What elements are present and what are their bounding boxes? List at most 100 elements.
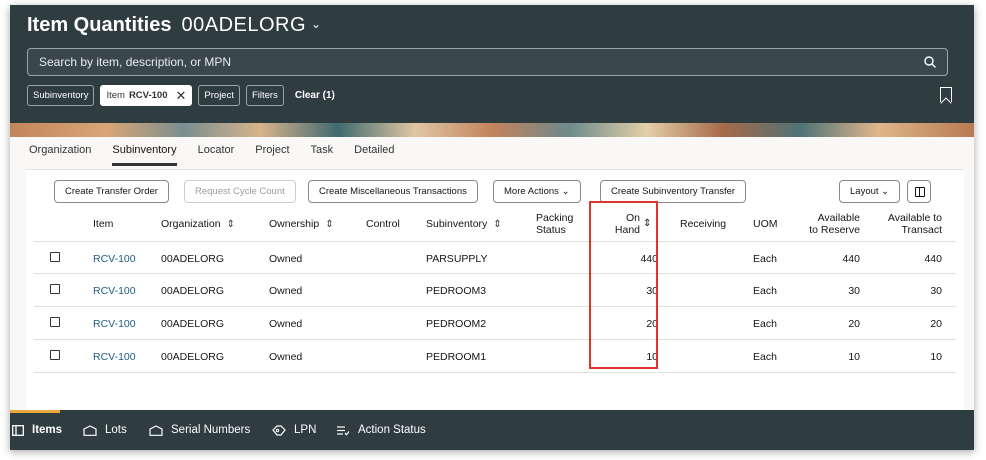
col-reserve-line1: Available	[817, 212, 860, 224]
cell-uom: Each	[753, 318, 777, 330]
cell-ownership: Owned	[269, 285, 303, 297]
create-transfer-order-button[interactable]: Create Transfer Order	[54, 180, 169, 203]
nav-lots[interactable]: Lots	[83, 424, 127, 436]
search-input[interactable]: Search by item, description, or MPN	[27, 48, 948, 76]
cell-available-transact: 30	[930, 285, 942, 297]
request-cycle-count-button[interactable]: Request Cycle Count	[184, 180, 296, 203]
chevron-down-icon[interactable]: ⌄	[311, 17, 321, 31]
col-control[interactable]: Control	[366, 218, 400, 230]
col-ownership-label: Ownership	[269, 218, 320, 230]
cell-organization: 00ADELORG	[161, 285, 225, 297]
layout-button[interactable]: Layout ⌄	[839, 180, 901, 203]
nav-serial-numbers[interactable]: Serial Numbers	[149, 424, 250, 436]
filter-chips: Subinventory Item RCV-100 ✕ Project Filt…	[27, 85, 335, 106]
clear-filters-link[interactable]: Clear (1)	[295, 90, 335, 101]
col-subinventory-label: Subinventory	[426, 218, 488, 230]
chip-subinventory[interactable]: Subinventory	[27, 85, 95, 106]
nav-lpn[interactable]: LPN	[272, 424, 316, 436]
app-window: Item Quantities 00ADELORG ⌄ Search by it…	[10, 5, 974, 450]
nav-items-label: Items	[32, 424, 63, 436]
item-link[interactable]: RCV-100	[93, 285, 136, 297]
nav-items[interactable]: Items	[12, 424, 62, 436]
cell-subinventory: PEDROOM2	[426, 318, 487, 330]
table-row[interactable]: RCV-100 00ADELORG Owned PEDROOM2 20 Each…	[34, 307, 956, 340]
row-checkbox[interactable]	[50, 284, 60, 294]
col-available-reserve[interactable]: Available to Reserve	[796, 212, 860, 236]
list-check-icon	[337, 425, 350, 436]
cell-available-transact: 440	[924, 253, 942, 265]
table-row[interactable]: RCV-100 00ADELORG Owned PEDROOM3 30 Each…	[34, 274, 956, 307]
cell-available-reserve: 30	[848, 285, 860, 297]
col-subinventory[interactable]: Subinventory ⇕	[426, 218, 502, 231]
chip-project[interactable]: Project	[198, 85, 240, 106]
table-row[interactable]: RCV-100 00ADELORG Owned PARSUPPLY 440 Ea…	[34, 241, 956, 274]
col-organization-label: Organization	[161, 218, 221, 230]
column-settings-icon[interactable]	[907, 180, 931, 203]
tab-organization[interactable]: Organization	[29, 144, 91, 166]
nav-action-status-label: Action Status	[358, 424, 426, 436]
row-checkbox[interactable]	[50, 252, 60, 262]
cell-organization: 00ADELORG	[161, 351, 225, 363]
cell-ownership: Owned	[269, 351, 303, 363]
tab-locator[interactable]: Locator	[198, 144, 235, 166]
bookmark-icon[interactable]	[940, 87, 952, 102]
col-reserve-line2: to Reserve	[809, 224, 860, 236]
more-actions-button[interactable]: More Actions ⌄	[493, 180, 581, 203]
chip-item-prefix: Item	[106, 90, 125, 101]
tab-bar: Organization Subinventory Locator Projec…	[29, 144, 416, 166]
cell-subinventory: PARSUPPLY	[426, 253, 488, 265]
tab-subinventory[interactable]: Subinventory	[112, 144, 177, 166]
cell-ownership: Owned	[269, 318, 303, 330]
col-item[interactable]: Item	[93, 218, 113, 230]
cell-available-reserve: 440	[842, 253, 860, 265]
org-selector[interactable]: 00ADELORG	[181, 14, 306, 37]
item-link[interactable]: RCV-100	[93, 318, 136, 330]
col-receiving[interactable]: Receiving	[680, 218, 726, 230]
tab-task[interactable]: Task	[311, 144, 334, 166]
cell-available-reserve: 20	[848, 318, 860, 330]
row-checkbox[interactable]	[50, 350, 60, 360]
item-link[interactable]: RCV-100	[93, 253, 136, 265]
tab-detailed[interactable]: Detailed	[354, 144, 394, 166]
table-icon	[12, 424, 24, 436]
row-checkbox[interactable]	[50, 317, 60, 327]
page-title: Item Quantities	[27, 14, 172, 36]
col-packing-line2: Status	[536, 224, 566, 236]
more-actions-label: More Actions	[504, 186, 559, 197]
col-transact-line1: Available to	[887, 212, 942, 224]
tab-project[interactable]: Project	[255, 144, 289, 166]
close-icon[interactable]: ✕	[176, 88, 187, 104]
active-indicator	[10, 410, 60, 413]
nav-lpn-label: LPN	[294, 424, 317, 436]
col-packing-status[interactable]: Packing Status	[536, 212, 573, 236]
col-uom[interactable]: UOM	[753, 218, 778, 230]
chip-item[interactable]: Item RCV-100 ✕	[100, 85, 193, 106]
nav-action-status[interactable]: Action Status	[336, 424, 426, 436]
decorative-banner	[10, 123, 974, 137]
nav-lots-label: Lots	[105, 424, 127, 436]
sort-icon[interactable]: ⇕	[493, 219, 501, 230]
cell-subinventory: PEDROOM1	[426, 351, 487, 363]
cell-available-transact: 20	[930, 318, 942, 330]
create-subinventory-transfer-button[interactable]: Create Subinventory Transfer	[600, 180, 747, 203]
chevron-down-icon: ⌄	[881, 186, 890, 197]
item-link[interactable]: RCV-100	[93, 351, 136, 363]
page-header: Item Quantities 00ADELORG ⌄ Search by it…	[10, 5, 974, 137]
layout-label: Layout	[850, 186, 879, 197]
sort-icon[interactable]: ⇕	[325, 219, 333, 230]
col-available-transact[interactable]: Available to Transact	[872, 212, 942, 236]
cell-organization: 00ADELORG	[161, 318, 225, 330]
create-misc-transactions-button[interactable]: Create Miscellaneous Transactions	[308, 180, 478, 203]
col-organization[interactable]: Organization ⇕	[161, 218, 235, 231]
col-transact-line2: Transact	[901, 224, 942, 236]
table-row[interactable]: RCV-100 00ADELORG Owned PEDROOM1 10 Each…	[34, 340, 956, 373]
col-ownership[interactable]: Ownership ⇕	[269, 218, 334, 231]
title-row: Item Quantities 00ADELORG ⌄	[27, 14, 321, 37]
col-packing-line1: Packing	[536, 212, 574, 224]
chevron-down-icon: ⌄	[561, 186, 570, 197]
sort-icon[interactable]: ⇕	[227, 219, 235, 230]
search-icon[interactable]	[923, 55, 937, 69]
nav-serial-numbers-label: Serial Numbers	[171, 424, 251, 436]
cell-ownership: Owned	[269, 253, 303, 265]
chip-filters[interactable]: Filters	[245, 85, 284, 106]
